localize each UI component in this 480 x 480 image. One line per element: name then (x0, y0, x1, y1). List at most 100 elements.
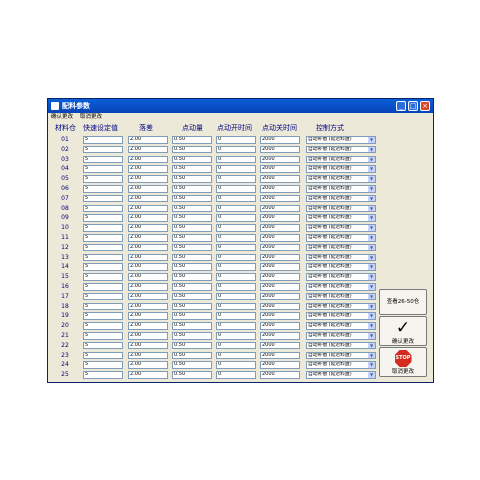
on-input[interactable]: 0 (216, 361, 256, 369)
chevron-down-icon[interactable]: ▼ (368, 156, 375, 163)
jog-input[interactable]: 0.50 (172, 283, 212, 291)
on-input[interactable]: 0 (216, 371, 256, 379)
on-input[interactable]: 0 (216, 136, 256, 144)
mode-select[interactable]: 自动补偿 (延迟料盘) ▼ (306, 263, 376, 271)
drop-input[interactable]: 2.00 (128, 145, 168, 154)
jog-input[interactable]: 0.50 (172, 165, 212, 173)
close-button[interactable]: × (420, 101, 430, 111)
chevron-down-icon[interactable]: ▼ (368, 186, 375, 192)
off-input[interactable]: 2000 (260, 292, 300, 301)
chevron-down-icon[interactable]: ▼ (368, 215, 375, 221)
fast-input[interactable]: 5 (83, 155, 123, 164)
jog-input[interactable]: 0.50 (172, 263, 212, 271)
chevron-down-icon[interactable]: ▼ (368, 244, 375, 251)
drop-input[interactable]: 2.00 (128, 185, 168, 193)
jog-input[interactable]: 0.50 (172, 185, 212, 193)
drop-input[interactable]: 2.00 (128, 322, 168, 330)
chevron-down-icon[interactable]: ▼ (368, 264, 375, 270)
on-input[interactable]: 0 (216, 185, 256, 193)
chevron-down-icon[interactable]: ▼ (368, 254, 375, 261)
chevron-down-icon[interactable]: ▼ (368, 362, 375, 368)
menu-cancel[interactable]: 取消更改 (80, 113, 102, 122)
on-input[interactable]: 0 (216, 145, 256, 154)
jog-input[interactable]: 0.50 (172, 332, 212, 340)
jog-input[interactable]: 0.50 (172, 351, 212, 360)
on-input[interactable]: 0 (216, 292, 256, 301)
title-bar[interactable]: 配料参数 _ □ × (48, 99, 433, 113)
jog-input[interactable]: 0.50 (172, 312, 212, 320)
mode-select[interactable]: 自动补偿 (延迟料盘) ▼ (306, 136, 376, 144)
fast-input[interactable]: 5 (83, 175, 123, 183)
on-input[interactable]: 0 (216, 253, 256, 262)
jog-input[interactable]: 0.50 (172, 155, 212, 164)
on-input[interactable]: 0 (216, 351, 256, 360)
mode-select[interactable]: 自动补偿 (延迟料盘) ▼ (306, 243, 376, 252)
jog-input[interactable]: 0.50 (172, 214, 212, 222)
drop-input[interactable]: 2.00 (128, 312, 168, 320)
fast-input[interactable]: 5 (83, 234, 123, 242)
chevron-down-icon[interactable]: ▼ (368, 333, 375, 339)
fast-input[interactable]: 5 (83, 351, 123, 360)
on-input[interactable]: 0 (216, 332, 256, 340)
mode-select[interactable]: 自动补偿 (延迟料盘) ▼ (306, 341, 376, 350)
off-input[interactable]: 2000 (260, 371, 300, 379)
drop-input[interactable]: 2.00 (128, 332, 168, 340)
drop-input[interactable]: 2.00 (128, 234, 168, 242)
chevron-down-icon[interactable]: ▼ (368, 284, 375, 290)
chevron-down-icon[interactable]: ▼ (368, 342, 375, 349)
off-input[interactable]: 2000 (260, 175, 300, 183)
on-input[interactable]: 0 (216, 322, 256, 330)
mode-select[interactable]: 自动补偿 (延迟料盘) ▼ (306, 194, 376, 203)
drop-input[interactable]: 2.00 (128, 371, 168, 379)
chevron-down-icon[interactable]: ▼ (368, 352, 375, 359)
off-input[interactable]: 2000 (260, 283, 300, 291)
fast-input[interactable]: 5 (83, 136, 123, 144)
chevron-down-icon[interactable]: ▼ (368, 205, 375, 212)
off-input[interactable]: 2000 (260, 145, 300, 154)
chevron-down-icon[interactable]: ▼ (368, 313, 375, 319)
on-input[interactable]: 0 (216, 224, 256, 232)
on-input[interactable]: 0 (216, 175, 256, 183)
mode-select[interactable]: 自动补偿 (延迟料盘) ▼ (306, 224, 376, 232)
drop-input[interactable]: 2.00 (128, 136, 168, 144)
off-input[interactable]: 2000 (260, 243, 300, 252)
fast-input[interactable]: 5 (83, 165, 123, 173)
on-input[interactable]: 0 (216, 165, 256, 173)
drop-input[interactable]: 2.00 (128, 292, 168, 301)
mode-select[interactable]: 自动补偿 (延迟料盘) ▼ (306, 185, 376, 193)
drop-input[interactable]: 2.00 (128, 351, 168, 360)
chevron-down-icon[interactable]: ▼ (368, 372, 375, 378)
chevron-down-icon[interactable]: ▼ (368, 195, 375, 202)
chevron-down-icon[interactable]: ▼ (368, 137, 375, 143)
off-input[interactable]: 2000 (260, 136, 300, 144)
mode-select[interactable]: 自动补偿 (延迟料盘) ▼ (306, 214, 376, 222)
mode-select[interactable]: 自动补偿 (延迟料盘) ▼ (306, 204, 376, 213)
mode-select[interactable]: 自动补偿 (延迟料盘) ▼ (306, 175, 376, 183)
chevron-down-icon[interactable]: ▼ (368, 225, 375, 231)
off-input[interactable]: 2000 (260, 234, 300, 242)
jog-input[interactable]: 0.50 (172, 302, 212, 311)
mode-select[interactable]: 自动补偿 (延迟料盘) ▼ (306, 273, 376, 281)
off-input[interactable]: 2000 (260, 302, 300, 311)
fast-input[interactable]: 5 (83, 341, 123, 350)
off-input[interactable]: 2000 (260, 332, 300, 340)
fast-input[interactable]: 5 (83, 253, 123, 262)
fast-input[interactable]: 5 (83, 145, 123, 154)
mode-select[interactable]: 自动补偿 (延迟料盘) ▼ (306, 165, 376, 173)
jog-input[interactable]: 0.50 (172, 194, 212, 203)
fast-input[interactable]: 5 (83, 185, 123, 193)
jog-input[interactable]: 0.50 (172, 371, 212, 379)
drop-input[interactable]: 2.00 (128, 175, 168, 183)
off-input[interactable]: 2000 (260, 194, 300, 203)
mode-select[interactable]: 自动补偿 (延迟料盘) ▼ (306, 253, 376, 262)
off-input[interactable]: 2000 (260, 185, 300, 193)
fast-input[interactable]: 5 (83, 361, 123, 369)
on-input[interactable]: 0 (216, 204, 256, 213)
off-input[interactable]: 2000 (260, 253, 300, 262)
cancel-button[interactable]: STOP 取消更改 (379, 347, 427, 377)
chevron-down-icon[interactable]: ▼ (368, 166, 375, 172)
on-input[interactable]: 0 (216, 155, 256, 164)
on-input[interactable]: 0 (216, 263, 256, 271)
chevron-down-icon[interactable]: ▼ (368, 293, 375, 300)
mode-select[interactable]: 自动补偿 (延迟料盘) ▼ (306, 302, 376, 311)
